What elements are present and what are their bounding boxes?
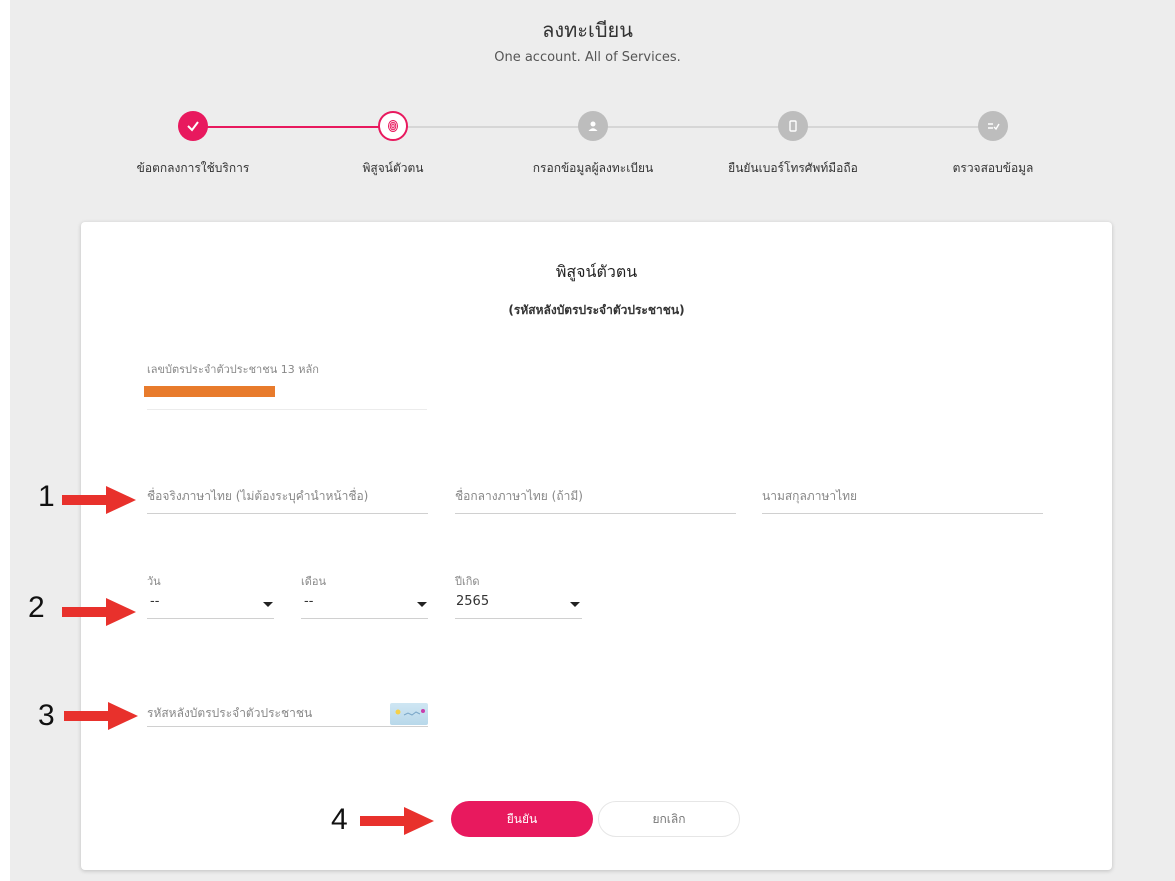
chevron-down-icon[interactable] (263, 602, 273, 607)
step-3-circle[interactable] (578, 111, 608, 141)
annotation-arrow-icon (64, 702, 138, 730)
day-select[interactable]: -- (150, 594, 159, 609)
day-underline (147, 618, 274, 619)
middle-name-input[interactable]: ชื่อกลางภาษาไทย (ถ้ามี) (455, 487, 583, 506)
middle-name-underline (455, 513, 736, 514)
cancel-button[interactable]: ยกเลิก (598, 801, 740, 837)
chevron-down-icon[interactable] (417, 602, 427, 607)
annotation-arrow-icon (360, 807, 434, 835)
month-label: เดือน (301, 575, 327, 588)
id-card-label: เลขบัตรประจำตัวประชาชน 13 หลัก (147, 363, 319, 376)
step-2-circle[interactable] (378, 111, 408, 141)
step-4-label: ยืนยันเบอร์โทรศัพท์มือถือ (728, 161, 858, 175)
mobile-icon (789, 120, 797, 132)
annotation-number: 4 (331, 803, 348, 836)
checklist-icon (988, 123, 1000, 131)
month-underline (301, 618, 428, 619)
step-2-label: พิสูจน์ตัวตน (362, 161, 424, 175)
first-name-underline (147, 513, 428, 514)
day-label: วัน (147, 575, 161, 588)
annotation-number: 1 (38, 480, 55, 513)
annotation-number: 3 (38, 699, 55, 732)
id-card-back-icon (390, 703, 428, 725)
annotation-number: 2 (28, 591, 45, 624)
step-connector-pending (393, 126, 1003, 128)
last-name-input[interactable]: นามสกุลภาษาไทย (762, 487, 857, 506)
step-4-circle[interactable] (778, 111, 808, 141)
page-title: ลงทะเบียน (542, 18, 633, 42)
step-connector-done (193, 126, 393, 128)
year-select[interactable]: 2565 (456, 594, 489, 609)
step-1-circle[interactable] (178, 111, 208, 141)
chevron-down-icon[interactable] (570, 602, 580, 607)
id-card-value-redacted[interactable] (144, 386, 275, 397)
laser-code-underline (147, 726, 428, 727)
step-3-label: กรอกข้อมูลผู้ลงทะเบียน (532, 161, 654, 175)
annotation-arrow-icon (62, 598, 136, 626)
month-select[interactable]: -- (304, 594, 313, 609)
page-subtitle: One account. All of Services. (494, 50, 681, 65)
step-5-label: ตรวจสอบข้อมูล (952, 161, 1034, 175)
user-icon (588, 121, 598, 131)
last-name-underline (762, 513, 1043, 514)
step-1-label: ข้อตกลงการใช้บริการ (136, 161, 250, 175)
year-label: ปีเกิด (455, 575, 480, 588)
id-card-underline (147, 409, 427, 410)
confirm-button[interactable]: ยืนยัน (451, 801, 593, 837)
laser-code-input[interactable]: รหัสหลังบัตรประจำตัวประชาชน (147, 704, 312, 723)
form-subtitle: (รหัสหลังบัตรประจำตัวประชาชน) (508, 303, 685, 317)
year-underline (455, 618, 582, 619)
check-icon (187, 121, 199, 132)
form-title: พิสูจน์ตัวตน (555, 262, 638, 281)
fingerprint-icon (388, 120, 398, 132)
annotation-arrow-icon (62, 486, 136, 514)
first-name-input[interactable]: ชื่อจริงภาษาไทย (ไม่ต้องระบุคำนำหน้าชื่อ… (147, 487, 368, 506)
step-5-circle[interactable] (978, 111, 1008, 141)
